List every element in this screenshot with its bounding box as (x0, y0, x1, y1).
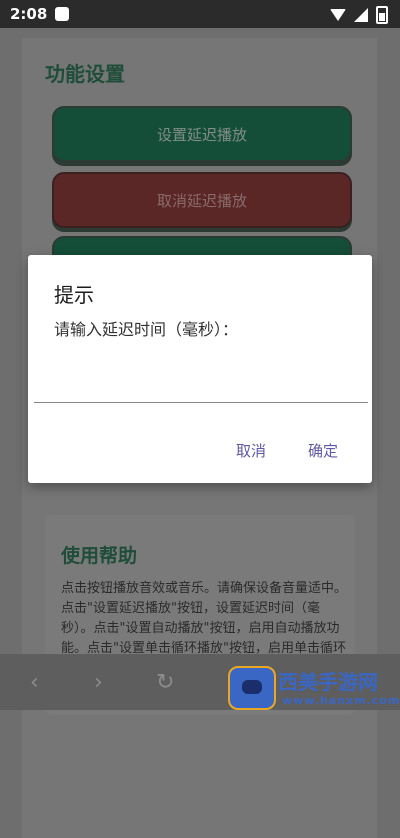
back-icon[interactable]: ‹ (30, 670, 39, 695)
watermark-url: www.hanxm.com (282, 694, 400, 707)
dialog-cancel-button[interactable]: 取消 (230, 439, 272, 462)
watermark: 西美手游网 www.hanxm.com (222, 664, 400, 710)
gamepad-logo-icon (228, 666, 276, 710)
forward-icon[interactable]: › (94, 670, 103, 695)
cancel-delay-button[interactable]: 取消延迟播放 (52, 172, 352, 228)
status-time: 2:08 (10, 5, 48, 23)
help-title: 使用帮助 (61, 545, 138, 567)
watermark-title: 西美手游网 (278, 670, 378, 694)
set-delay-button[interactable]: 设置延迟播放 (52, 106, 352, 162)
section-title: 功能设置 (45, 62, 125, 86)
dialog-message: 请输入延迟时间（毫秒）： (54, 320, 239, 339)
notification-icon (55, 7, 70, 21)
status-icons (330, 6, 388, 24)
input-dialog: 提示 请输入延迟时间（毫秒）： 取消 确定 (28, 255, 372, 483)
delay-time-input[interactable] (34, 355, 368, 403)
wifi-icon (330, 9, 346, 21)
dialog-ok-button[interactable]: 确定 (302, 439, 344, 462)
battery-icon (376, 6, 388, 24)
dialog-title: 提示 (54, 283, 94, 307)
refresh-icon[interactable]: ↻ (156, 670, 174, 695)
signal-icon (354, 8, 368, 22)
status-bar: 2:08 (0, 0, 400, 28)
